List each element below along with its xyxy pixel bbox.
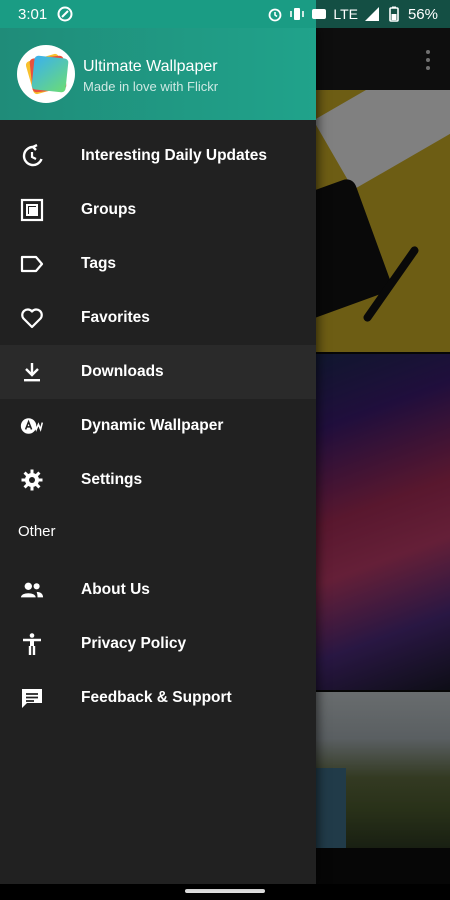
menu-item-label: About Us	[81, 581, 150, 598]
volte-icon	[312, 9, 327, 19]
background-content	[316, 28, 450, 900]
other-section-header: Other	[0, 507, 316, 563]
menu-item-favorites[interactable]: Favorites	[0, 291, 316, 345]
signal-icon	[364, 7, 379, 21]
menu-item-label: Settings	[81, 471, 143, 488]
app-title: Ultimate Wallpaper	[83, 58, 218, 75]
people-icon	[20, 578, 44, 602]
menu-item-label: Dynamic Wallpaper	[81, 417, 224, 434]
navigation-bar	[0, 884, 450, 900]
app-subtitle: Made in love with Flickr	[83, 79, 219, 94]
menu-item-label: Groups	[81, 201, 137, 218]
menu-item-label: Privacy Policy	[81, 635, 187, 652]
feedback-icon	[20, 686, 44, 710]
drawer-header: Ultimate Wallpaper Made in love with Fli…	[0, 28, 316, 120]
menu-item-label: Favorites	[81, 309, 150, 326]
app-logo	[17, 45, 75, 103]
download-icon	[20, 360, 44, 384]
menu-item-label: Interesting Daily Updates	[81, 147, 268, 164]
menu-item-label: Tags	[81, 255, 117, 272]
menu-item-label: Downloads	[81, 363, 164, 380]
status-bar: 3:01 LTE 56%	[0, 0, 450, 28]
menu-item-downloads[interactable]: Downloads	[0, 345, 316, 399]
menu-item-label: Feedback & Support	[81, 689, 232, 706]
network-type: LTE	[333, 6, 358, 22]
drawer-scrim[interactable]	[316, 28, 450, 900]
battery-level: 56%	[407, 5, 438, 23]
heart-icon	[20, 306, 44, 330]
groups-icon	[20, 198, 44, 222]
accessibility-icon	[20, 632, 44, 656]
gear-icon	[20, 468, 44, 492]
alarm-icon	[268, 8, 282, 22]
menu-item-feedback-support[interactable]: Feedback & Support	[0, 671, 316, 725]
battery-icon	[389, 6, 399, 22]
menu-item-tags[interactable]: Tags	[0, 237, 316, 291]
history-icon	[20, 144, 44, 168]
menu-item-dynamic-wallpaper[interactable]: Dynamic Wallpaper	[0, 399, 316, 453]
tag-icon	[20, 252, 44, 276]
home-gesture-handle[interactable]	[185, 889, 265, 893]
vibrate-icon	[290, 8, 305, 20]
navigation-drawer: Ultimate Wallpaper Made in love with Fli…	[0, 28, 316, 884]
drawer-menu: Interesting Daily Updates Groups Tags Fa…	[0, 120, 316, 725]
status-time: 3:01	[18, 5, 48, 23]
data-saver-icon	[57, 6, 73, 22]
menu-item-interesting-daily-updates[interactable]: Interesting Daily Updates	[0, 129, 316, 183]
menu-item-about-us[interactable]: About Us	[0, 563, 316, 617]
section-title-other: Other	[18, 523, 56, 540]
menu-item-privacy-policy[interactable]: Privacy Policy	[0, 617, 316, 671]
menu-item-groups[interactable]: Groups	[0, 183, 316, 237]
menu-item-settings[interactable]: Settings	[0, 453, 316, 507]
dynamic-wallpaper-icon	[20, 414, 44, 438]
